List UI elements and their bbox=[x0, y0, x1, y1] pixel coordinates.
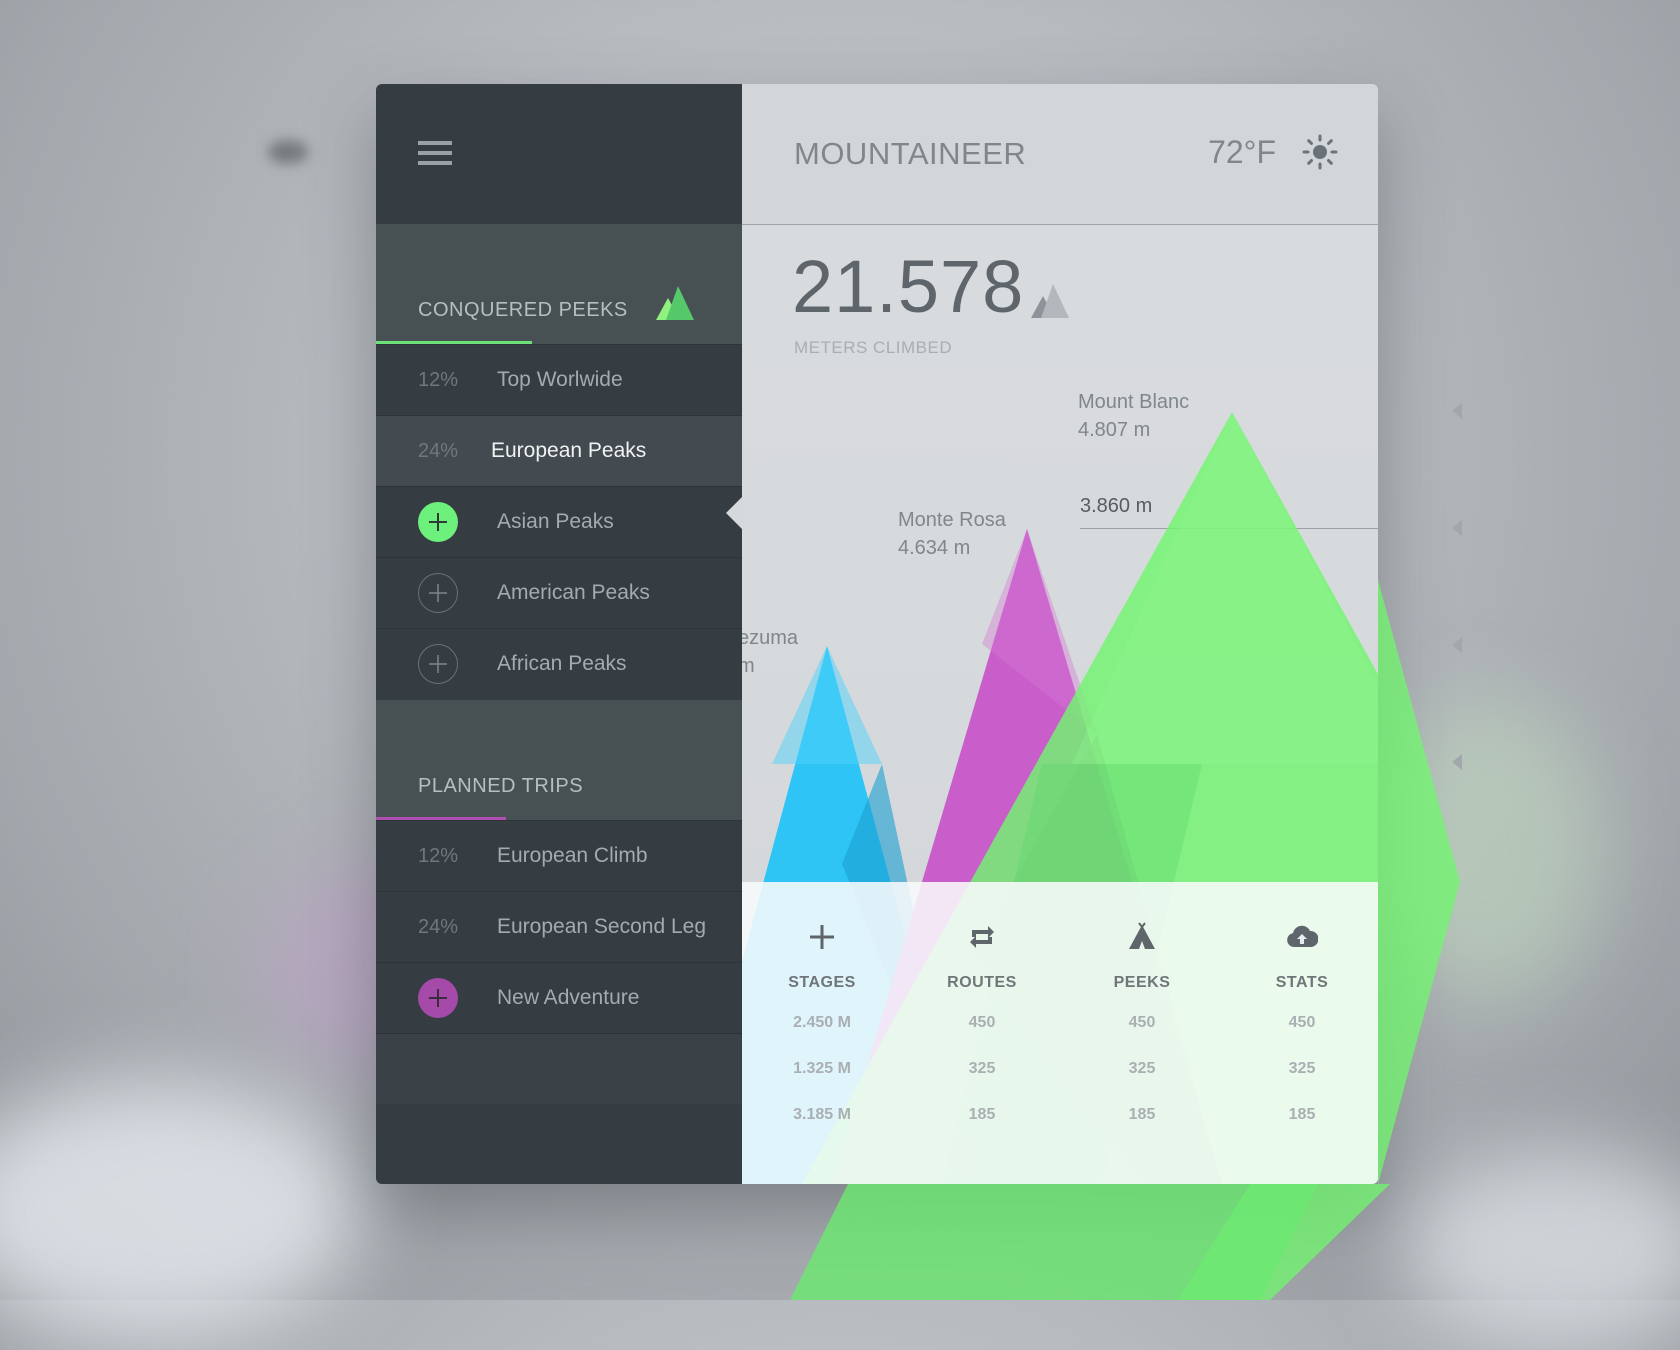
column-title: STAGES bbox=[788, 974, 856, 991]
stat-value: 185 bbox=[1128, 1106, 1156, 1123]
sidebar: CONQUERED PEEKS 12% Top Worlwide 24% Eur… bbox=[376, 84, 742, 1184]
list-item-american-peaks[interactable]: American Peaks bbox=[376, 557, 742, 628]
item-label: European Peaks bbox=[491, 439, 647, 462]
item-percent: 12% bbox=[418, 844, 459, 867]
active-item-pointer bbox=[726, 495, 744, 531]
stat-value: 185 bbox=[1288, 1106, 1316, 1123]
add-african-peaks-button[interactable] bbox=[418, 644, 458, 684]
menu-icon[interactable] bbox=[418, 141, 452, 167]
column-title: PEEKS bbox=[1113, 974, 1171, 991]
scroll-marker-2[interactable] bbox=[1452, 520, 1462, 536]
conquered-peeks-header: CONQUERED PEEKS bbox=[376, 224, 742, 344]
list-item-top-worldwide[interactable]: 12% Top Worlwide bbox=[376, 344, 742, 415]
stats-column-stages: STAGES 2.450 M 1.325 M 3.185 M bbox=[742, 882, 902, 1130]
add-asian-peaks-button[interactable] bbox=[418, 502, 458, 542]
list-item-european-climb[interactable]: 12% European Climb bbox=[376, 820, 742, 891]
cloud-upload-icon[interactable] bbox=[1286, 921, 1318, 953]
list-item-asian-peaks[interactable]: Asian Peaks bbox=[376, 486, 742, 557]
tent-icon[interactable] bbox=[1126, 921, 1158, 953]
list-item-new-adventure[interactable]: New Adventure bbox=[376, 962, 742, 1033]
bg-cloud-right bbox=[1400, 1150, 1680, 1350]
sidebar-footer-gap bbox=[376, 1033, 742, 1104]
main-panel: MOUNTAINEER 72°F 21.578 METERS CLIMBED M… bbox=[742, 84, 1378, 1184]
stat-value: 325 bbox=[1128, 1060, 1156, 1077]
add-american-peaks-button[interactable] bbox=[418, 573, 458, 613]
item-label: European Climb bbox=[497, 844, 648, 867]
item-label: Asian Peaks bbox=[497, 510, 614, 533]
item-label: New Adventure bbox=[497, 986, 640, 1009]
planned-trips-header: PLANNED TRIPS bbox=[376, 700, 742, 820]
item-percent: 24% bbox=[418, 915, 459, 938]
list-item-european-second-leg[interactable]: 24% European Second Leg bbox=[376, 891, 742, 962]
stat-value: 185 bbox=[968, 1106, 996, 1123]
stat-value: 450 bbox=[1288, 1014, 1316, 1031]
list-item-african-peaks[interactable]: African Peaks bbox=[376, 628, 742, 699]
stat-value: 325 bbox=[1288, 1060, 1316, 1077]
stats-column-stats: STATS 450 325 185 bbox=[1222, 882, 1378, 1130]
planned-trips-title: PLANNED TRIPS bbox=[418, 775, 584, 797]
plus-icon[interactable] bbox=[806, 921, 838, 953]
scroll-marker-3[interactable] bbox=[1452, 637, 1462, 653]
stat-value: 450 bbox=[1128, 1014, 1156, 1031]
item-percent: 24% bbox=[418, 439, 459, 462]
stat-value: 1.325 M bbox=[793, 1060, 851, 1077]
conquered-peeks-title: CONQUERED PEEKS bbox=[418, 299, 628, 321]
stats-column-peeks: PEEKS 450 325 185 bbox=[1062, 882, 1222, 1130]
item-label: American Peaks bbox=[497, 581, 650, 604]
bg-cloud-left bbox=[0, 1080, 360, 1340]
item-percent: 12% bbox=[418, 368, 459, 391]
add-new-adventure-button[interactable] bbox=[418, 978, 458, 1018]
app-card: CONQUERED PEEKS 12% Top Worlwide 24% Eur… bbox=[376, 84, 1378, 1184]
column-title: STATS bbox=[1275, 974, 1329, 991]
stat-value: 450 bbox=[968, 1014, 996, 1031]
item-label: Top Worlwide bbox=[497, 368, 623, 391]
plus-icon bbox=[429, 655, 447, 673]
scroll-marker-1[interactable] bbox=[1452, 403, 1462, 419]
scroll-marker-4[interactable] bbox=[1452, 754, 1462, 770]
sidebar-top bbox=[376, 84, 742, 224]
bg-green-glow bbox=[1380, 700, 1600, 1000]
mountain-icon bbox=[656, 286, 694, 320]
list-item-european-peaks[interactable]: 24% European Peaks bbox=[376, 415, 742, 486]
column-title: ROUTES bbox=[947, 974, 1017, 991]
stats-column-routes: ROUTES 450 325 185 bbox=[902, 882, 1062, 1130]
stat-value: 2.450 M bbox=[793, 1014, 851, 1031]
bg-dark-spot bbox=[268, 140, 308, 164]
repeat-icon[interactable] bbox=[966, 921, 998, 953]
stats-panel: STAGES 2.450 M 1.325 M 3.185 M ROUTES 45… bbox=[742, 882, 1378, 1184]
plus-icon bbox=[429, 989, 447, 1007]
item-label: European Second Leg bbox=[497, 915, 707, 938]
plus-icon bbox=[429, 513, 447, 531]
plus-icon bbox=[429, 584, 447, 602]
item-label: African Peaks bbox=[497, 652, 627, 675]
stat-value: 325 bbox=[968, 1060, 996, 1077]
stat-value: 3.185 M bbox=[793, 1106, 851, 1123]
